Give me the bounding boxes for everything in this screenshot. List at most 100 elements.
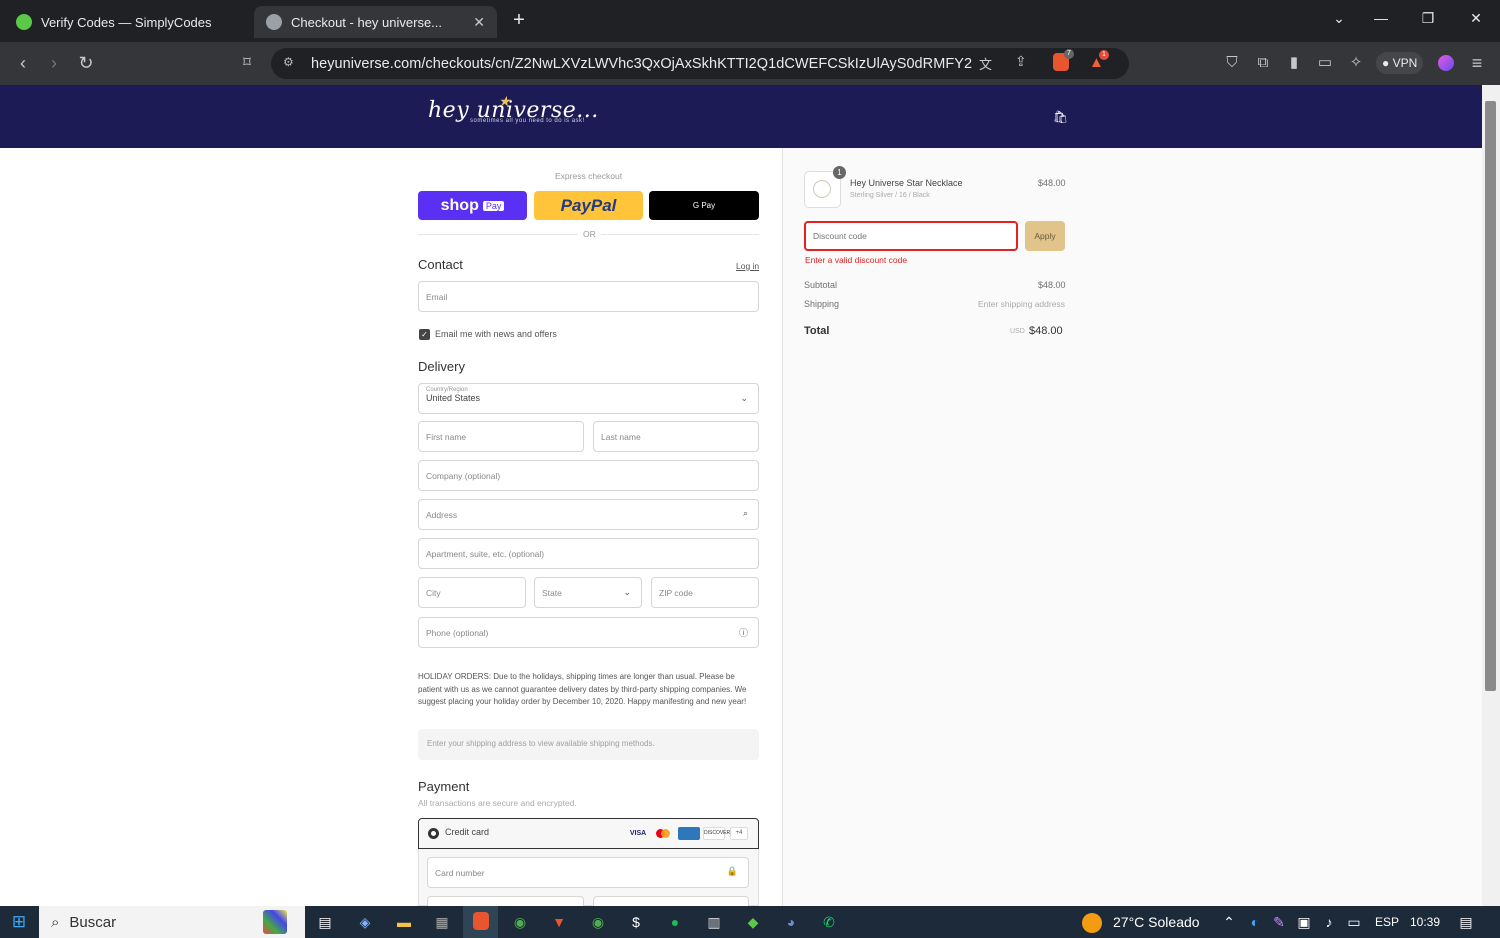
file-explorer-icon[interactable]: ▬ bbox=[393, 912, 415, 932]
news-checkbox[interactable]: ✓ bbox=[419, 329, 430, 340]
vpn-button[interactable]: ● VPN bbox=[1376, 52, 1424, 74]
email-field[interactable]: Email bbox=[418, 281, 759, 312]
logo-star-icon: ★ bbox=[498, 94, 512, 110]
first-name-field[interactable]: First name bbox=[418, 421, 584, 452]
security-code-field[interactable] bbox=[593, 896, 749, 906]
paypal-button[interactable]: PayPal bbox=[534, 191, 643, 220]
sidebar-icon[interactable]: ▮ bbox=[1283, 52, 1305, 74]
bookmark-icon[interactable]: ⌑ bbox=[236, 52, 258, 74]
brave-beta-icon[interactable]: ▼ bbox=[548, 912, 570, 932]
spotify-icon[interactable]: ● bbox=[664, 912, 686, 932]
page-scrollbar[interactable] bbox=[1482, 85, 1500, 906]
taskbar-search-box[interactable]: ⌕ Buscar bbox=[39, 906, 305, 938]
vpn-label: VPN bbox=[1392, 56, 1418, 70]
language-indicator[interactable]: ESP bbox=[1375, 915, 1399, 929]
total-label: Total bbox=[804, 325, 830, 337]
translate-icon[interactable]: 文 bbox=[979, 54, 992, 73]
expiration-field[interactable] bbox=[427, 896, 584, 906]
meet-icon[interactable]: ▣ bbox=[1293, 912, 1315, 932]
login-link[interactable]: Log in bbox=[736, 261, 759, 271]
brave-taskbar-active[interactable] bbox=[463, 906, 498, 938]
tab-checkout[interactable]: Checkout - hey universe... ✕ bbox=[254, 6, 497, 38]
credit-card-option[interactable]: Credit card VISA DISCOVER +4 bbox=[418, 818, 759, 849]
tray-chevron-up-icon[interactable]: ⌃ bbox=[1218, 912, 1240, 932]
address-field[interactable]: Address ⌕ bbox=[418, 499, 759, 530]
apply-discount-button[interactable]: Apply bbox=[1025, 221, 1065, 251]
company-field[interactable]: Company (optional) bbox=[418, 460, 759, 491]
new-tab-icon[interactable]: + bbox=[508, 9, 530, 32]
discord-icon[interactable]: ◕ bbox=[780, 912, 802, 932]
credit-card-radio[interactable] bbox=[428, 828, 439, 839]
close-window-icon[interactable]: ✕ bbox=[1465, 10, 1487, 27]
tray-app-icon[interactable]: ◐ bbox=[1244, 912, 1266, 932]
minimize-icon[interactable]: — bbox=[1370, 10, 1392, 26]
restore-icon[interactable]: ❐ bbox=[1417, 10, 1439, 27]
windows-start-icon[interactable]: ⊞ bbox=[8, 912, 30, 932]
weather-text[interactable]: 27°C Soleado bbox=[1113, 914, 1200, 930]
zip-field[interactable]: ZIP code bbox=[651, 577, 759, 608]
close-tab-icon[interactable]: ✕ bbox=[473, 14, 485, 31]
item-name: Hey Universe Star Necklace bbox=[850, 178, 963, 188]
profile-avatar[interactable] bbox=[1438, 55, 1454, 71]
chrome-icon[interactable]: ◉ bbox=[509, 912, 531, 932]
total-currency: USD bbox=[1010, 328, 1025, 335]
brave-shields-icon[interactable]: 7 bbox=[1053, 49, 1074, 71]
shield-icon[interactable]: ⛉ bbox=[1221, 52, 1243, 74]
volume-icon[interactable]: ♪ bbox=[1318, 912, 1340, 932]
notepad-icon[interactable]: ▥ bbox=[703, 912, 725, 932]
minecraft-icon[interactable]: ◆ bbox=[742, 912, 764, 932]
extensions-icon[interactable]: ⧉ bbox=[1252, 52, 1274, 74]
tab-verify-codes[interactable]: Verify Codes — SimplyCodes bbox=[4, 6, 244, 38]
google-pay-button[interactable]: G Pay bbox=[649, 191, 759, 220]
weather-sun-icon[interactable] bbox=[1082, 913, 1102, 933]
state-select[interactable]: State ⌄ bbox=[534, 577, 642, 608]
back-icon[interactable]: ‹ bbox=[12, 52, 34, 74]
shop-pay-pill: Pay bbox=[482, 200, 505, 211]
more-cards-badge: +4 bbox=[730, 827, 748, 840]
search-icon: ⌕ bbox=[51, 913, 60, 931]
shipping-label: Shipping bbox=[804, 299, 840, 309]
apartment-field[interactable]: Apartment, suite, etc. (optional) bbox=[418, 538, 759, 569]
country-select[interactable]: Country/Region United States ⌄ bbox=[418, 383, 759, 414]
holiday-note: HOLIDAY ORDERS: Due to the holidays, shi… bbox=[418, 672, 747, 706]
scrollbar-thumb[interactable] bbox=[1485, 101, 1496, 691]
network-icon[interactable]: ▭ bbox=[1343, 912, 1365, 932]
chrome-dev-icon[interactable]: ◉ bbox=[587, 912, 609, 932]
notifications-icon[interactable]: ▤ bbox=[1455, 912, 1477, 932]
address-bar[interactable]: ⚙ heyuniverse.com/checkouts/cn/Z2NwLXVzL… bbox=[271, 48, 1129, 79]
simplycodes-favicon-icon bbox=[16, 14, 32, 30]
lock-icon: 🔒 bbox=[726, 866, 738, 876]
phone-field[interactable]: Phone (optional) ⓘ bbox=[418, 617, 759, 648]
tab-title: Checkout - hey universe... bbox=[291, 14, 443, 30]
forward-icon[interactable]: › bbox=[43, 52, 65, 74]
brave-rewards-icon[interactable]: ▲ 1 bbox=[1089, 50, 1109, 71]
shipping-methods-note: Enter your shipping address to view avai… bbox=[418, 729, 759, 760]
menu-icon[interactable]: ≡ bbox=[1466, 52, 1488, 74]
discount-code-input[interactable] bbox=[804, 221, 1018, 251]
card-number-field[interactable]: Card number 🔒 bbox=[427, 857, 749, 888]
whatsapp-icon[interactable]: ✆ bbox=[818, 912, 840, 932]
store-logo[interactable]: ★ hey universe... sometimes all you need… bbox=[428, 94, 599, 124]
visa-icon: VISA bbox=[629, 830, 647, 837]
pen-icon[interactable]: ✎ bbox=[1268, 912, 1290, 932]
task-view-icon[interactable]: ▤ bbox=[314, 912, 336, 932]
tab-list-chevron-icon[interactable]: ⌄ bbox=[1328, 10, 1350, 27]
leo-ai-icon[interactable]: ✧ bbox=[1345, 52, 1367, 74]
last-name-field[interactable]: Last name bbox=[593, 421, 759, 452]
site-info-icon[interactable]: ⚙ bbox=[283, 55, 294, 69]
share-icon[interactable]: ⇪ bbox=[1015, 53, 1027, 70]
city-field[interactable]: City bbox=[418, 577, 526, 608]
dollar-app-icon[interactable]: $ bbox=[625, 912, 647, 932]
rubiks-cube-icon bbox=[263, 910, 287, 934]
microsoft-store-icon[interactable]: ▦ bbox=[431, 912, 453, 932]
copilot-icon[interactable]: ◈ bbox=[354, 912, 376, 932]
card-number-placeholder: Card number bbox=[435, 867, 485, 878]
help-circle-icon[interactable]: ⓘ bbox=[739, 626, 748, 639]
shop-pay-text: shop bbox=[440, 196, 479, 214]
reload-icon[interactable]: ↻ bbox=[75, 52, 97, 74]
clock[interactable]: 10:39 bbox=[1410, 915, 1440, 929]
wallet-icon[interactable]: ▭ bbox=[1314, 52, 1336, 74]
shop-pay-button[interactable]: shop Pay bbox=[418, 191, 527, 220]
cart-bag-icon[interactable]: 🛍 bbox=[1053, 110, 1068, 124]
phone-placeholder: Phone (optional) bbox=[426, 627, 489, 638]
